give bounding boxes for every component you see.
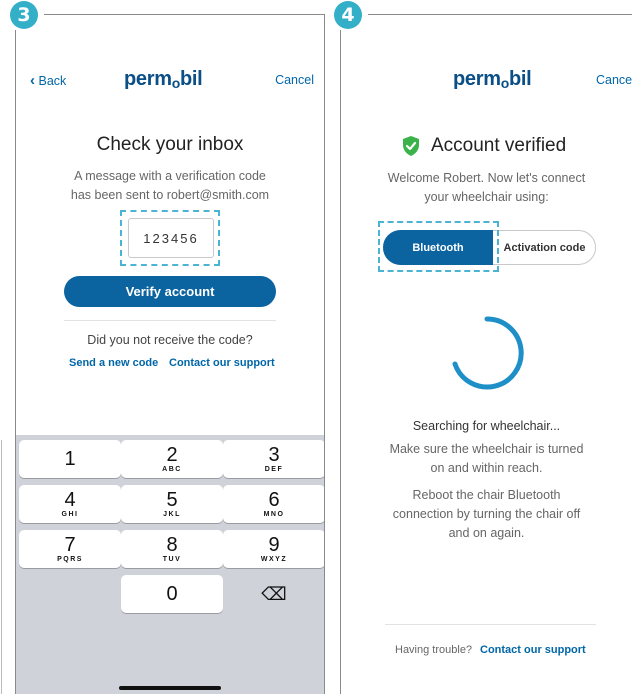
account-verified-screen: permobil Cance Account verified Welcome … — [341, 30, 632, 694]
hint-text: connection by turning the chair off — [392, 507, 581, 521]
key-0[interactable]: 0 — [121, 575, 223, 613]
verified-heading: Account verified — [401, 135, 566, 157]
key-6[interactable]: 6 MNO — [223, 485, 324, 523]
hint-text: Reboot the chair Bluetooth — [412, 488, 561, 502]
chevron-left-icon: ‹ — [30, 72, 35, 89]
key-7[interactable]: 7 PQRS — [19, 530, 121, 568]
trouble-text: Having trouble? — [395, 644, 473, 656]
key-2[interactable]: 2 ABC — [121, 440, 223, 478]
home-indicator — [119, 686, 221, 690]
send-new-code-link[interactable]: Send a new code — [69, 357, 158, 369]
key-3[interactable]: 3 DEF — [223, 440, 324, 478]
key-9[interactable]: 9 WXYZ — [223, 530, 324, 568]
permobil-logo: permobil — [124, 68, 203, 91]
hint-text: and on again. — [448, 526, 525, 540]
message-line: has been sent to robert@smith.com — [70, 188, 270, 202]
bluetooth-highlight — [378, 221, 499, 272]
back-button[interactable]: ‹ Back — [30, 72, 66, 89]
welcome-line: Welcome Robert. Now let's connect — [387, 171, 586, 185]
not-received-text: Did you not receive the code? — [87, 333, 253, 347]
numeric-keypad: 1 2 ABC 3 DEF 4 GHI 5 JKL 6 MNO 7 PQRS 8 TUV 9W… — [16, 435, 324, 694]
step-badge-4: 4 — [334, 1, 362, 29]
key-4[interactable]: 4 GHI — [19, 485, 121, 523]
frame-line — [1, 440, 2, 694]
backspace-icon[interactable]: ⌫ — [223, 575, 324, 613]
frame-line — [324, 14, 325, 694]
page-title: Account verified — [431, 135, 567, 156]
searching-text: Searching for wheelchair... — [412, 419, 561, 433]
verify-code-screen: ‹ Back permobil Cancel Check your inbox … — [16, 30, 324, 694]
cancel-button[interactable]: Cancel — [275, 73, 314, 87]
hint-text: on and within reach. — [430, 461, 543, 475]
cancel-button[interactable]: Cance — [596, 73, 632, 87]
loading-spinner-icon — [452, 316, 524, 390]
activation-code-option[interactable]: Activation code — [493, 230, 596, 265]
verification-code-input[interactable]: 123456 — [128, 218, 214, 258]
message-line: A message with a verification code — [74, 169, 266, 183]
verify-account-button[interactable]: Verify account — [64, 276, 276, 307]
contact-support-link[interactable]: Contact our support — [480, 644, 586, 656]
page-title: Check your inbox — [96, 134, 244, 155]
key-5[interactable]: 5 JKL — [121, 485, 223, 523]
key-1[interactable]: 1 — [19, 440, 121, 478]
shield-check-icon — [403, 136, 419, 156]
frame-line — [44, 14, 324, 15]
permobil-logo: permobil — [453, 68, 532, 91]
key-8[interactable]: 8 TUV — [121, 530, 223, 568]
step-badge-3: 3 — [10, 1, 38, 29]
frame-line — [368, 14, 632, 15]
divider — [385, 624, 596, 625]
hint-text: Make sure the wheelchair is turned — [389, 442, 584, 456]
contact-support-link[interactable]: Contact our support — [169, 357, 275, 369]
divider — [64, 320, 276, 321]
welcome-line: your wheelchair using: — [424, 190, 549, 204]
